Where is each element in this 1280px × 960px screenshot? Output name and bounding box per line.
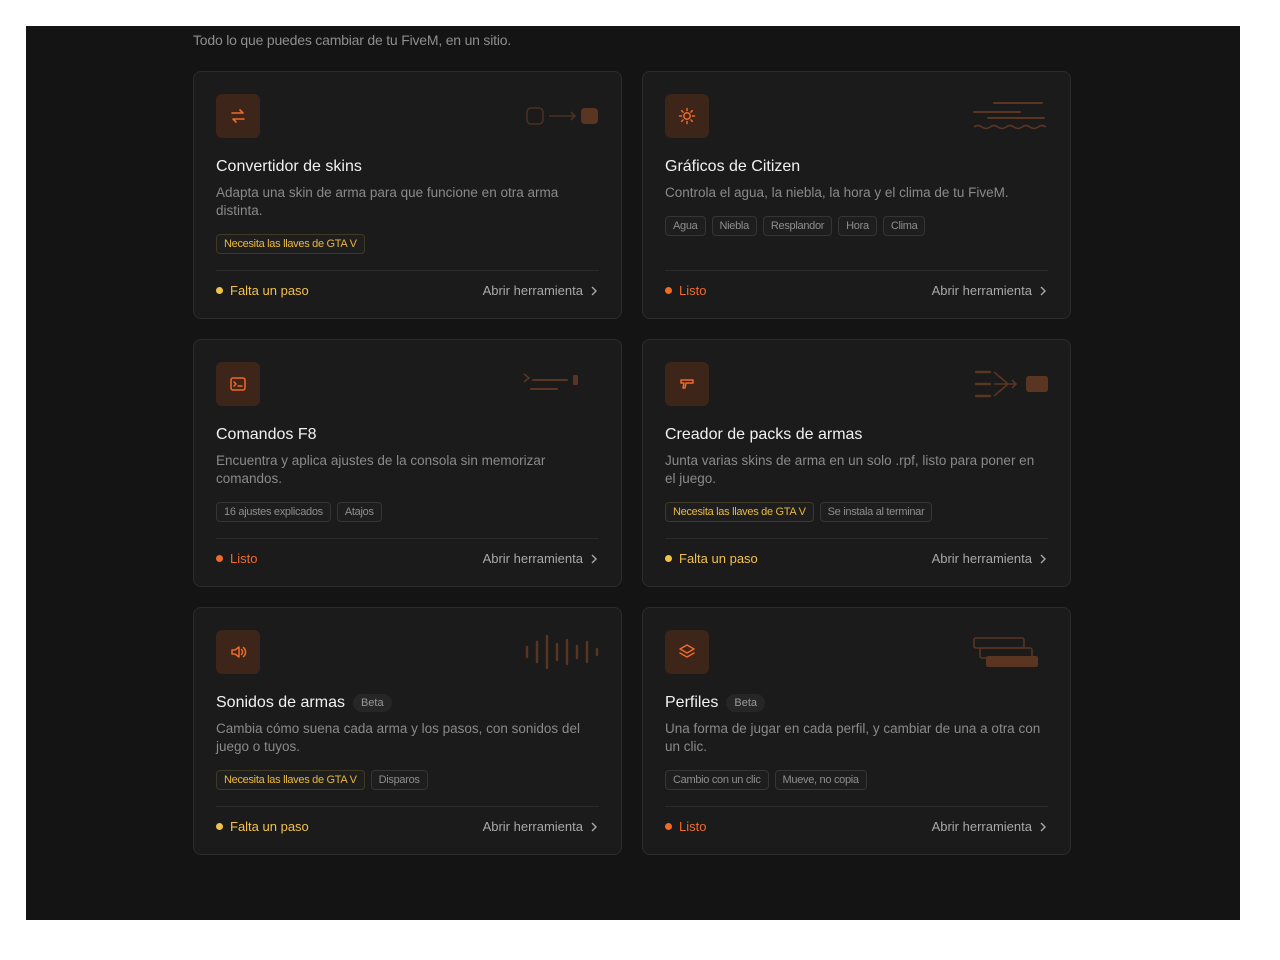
card-description: Junta varias skins de arma en un solo .r… — [665, 453, 1035, 486]
chevron-right-icon — [1040, 822, 1046, 831]
status-dot — [216, 555, 223, 562]
status-indicator: Listo — [665, 819, 706, 834]
divider — [665, 270, 1048, 271]
open-tool-link[interactable]: Abrir herramienta — [932, 551, 1048, 566]
chevron-right-icon — [1040, 286, 1046, 295]
waveform-illustration — [525, 634, 599, 670]
tag-glow: Resplandor — [762, 216, 833, 236]
merge-illustration — [974, 370, 1048, 398]
tag-list: Agua Niebla Resplandor Hora Clima — [665, 216, 926, 236]
open-tool-link[interactable]: Abrir herramienta — [483, 819, 599, 834]
tag-requires-keys: Necesita las llaves de GTA V — [665, 502, 814, 522]
tag-moves-not-copies: Mueve, no copia — [774, 770, 867, 790]
tag-installs-on-finish: Se instala al terminar — [819, 502, 933, 522]
status-indicator: Falta un paso — [216, 819, 309, 834]
status-indicator: Falta un paso — [665, 551, 758, 566]
tool-card-citizen-graphics[interactable]: Gráficos de Citizen Controla el agua, la… — [642, 71, 1071, 319]
tool-card-profiles[interactable]: Perfiles Beta Una forma de jugar en cada … — [642, 607, 1071, 855]
card-title: Convertidor de skins — [216, 158, 362, 175]
divider — [665, 538, 1048, 539]
tag-list: Necesita las llaves de GTA V Se instala … — [665, 502, 933, 522]
tag-list: Necesita las llaves de GTA V Disparos — [216, 770, 428, 790]
card-title: Creador de packs de armas — [665, 426, 863, 443]
card-description: Una forma de jugar en cada perfil, y cam… — [665, 721, 1041, 754]
status-dot — [216, 823, 223, 830]
status-dot — [665, 823, 672, 830]
tool-card-f8-commands[interactable]: Comandos F8 Encuentra y aplica ajustes d… — [193, 339, 622, 587]
tool-card-weapon-pack-builder[interactable]: Creador de packs de armas Junta varias s… — [642, 339, 1071, 587]
tag-fog: Niebla — [711, 216, 757, 236]
card-description: Controla el agua, la niebla, la hora y e… — [665, 185, 1009, 200]
waves-illustration — [973, 102, 1047, 130]
card-title: Gráficos de Citizen — [665, 158, 801, 175]
divider — [665, 806, 1048, 807]
open-tool-link[interactable]: Abrir herramienta — [932, 283, 1048, 298]
pistol-icon — [665, 362, 709, 406]
open-tool-link[interactable]: Abrir herramienta — [483, 551, 599, 566]
status-indicator: Falta un paso — [216, 283, 309, 298]
status-dot — [216, 287, 223, 294]
beta-badge: Beta — [352, 694, 392, 712]
tool-card-skin-converter[interactable]: Convertidor de skins Adapta una skin de … — [193, 71, 622, 319]
tag-one-click-switch: Cambio con un clic — [665, 770, 769, 790]
tool-card-weapon-sounds[interactable]: Sonidos de armas Beta Cambia cómo suena c… — [193, 607, 622, 855]
speaker-icon — [216, 630, 260, 674]
card-description: Cambia cómo suena cada arma y los pasos,… — [216, 721, 580, 754]
sun-icon — [665, 94, 709, 138]
divider — [216, 270, 599, 271]
tag-shortcuts: Atajos — [336, 502, 382, 522]
tag-list: 16 ajustes explicados Atajos — [216, 502, 382, 522]
card-title: Comandos F8 — [216, 426, 317, 443]
swap-arrows-icon — [216, 94, 260, 138]
card-description: Adapta una skin de arma para que funcion… — [216, 185, 559, 218]
tag-requires-keys: Necesita las llaves de GTA V — [216, 234, 365, 254]
page-subtitle: Todo lo que puedes cambiar de tu FiveM, … — [193, 32, 512, 48]
card-title: Sonidos de armas Beta — [216, 694, 392, 712]
layers-icon — [665, 630, 709, 674]
tag-list: Cambio con un clic Mueve, no copia — [665, 770, 867, 790]
status-indicator: Listo — [665, 283, 706, 298]
tag-shots: Disparos — [370, 770, 428, 790]
tag-requires-keys: Necesita las llaves de GTA V — [216, 770, 365, 790]
open-tool-link[interactable]: Abrir herramienta — [932, 819, 1048, 834]
status-dot — [665, 287, 672, 294]
tag-water: Agua — [665, 216, 706, 236]
chevron-right-icon — [1040, 554, 1046, 563]
tag-time: Hora — [838, 216, 877, 236]
divider — [216, 538, 599, 539]
terminal-icon — [216, 362, 260, 406]
chevron-right-icon — [591, 822, 597, 831]
profiles-illustration — [973, 637, 1038, 667]
divider — [216, 806, 599, 807]
status-dot — [665, 555, 672, 562]
convert-illustration — [526, 107, 598, 125]
tag-weather: Clima — [882, 216, 926, 236]
app-window: Todo lo que puedes cambiar de tu FiveM, … — [26, 26, 1240, 920]
tag-settings-count: 16 ajustes explicados — [216, 502, 331, 522]
chevron-right-icon — [591, 286, 597, 295]
card-title: Perfiles Beta — [665, 694, 765, 712]
status-indicator: Listo — [216, 551, 257, 566]
beta-badge: Beta — [726, 694, 765, 712]
chevron-right-icon — [591, 554, 597, 563]
open-tool-link[interactable]: Abrir herramienta — [483, 283, 599, 298]
tag-list: Necesita las llaves de GTA V — [216, 234, 365, 254]
card-description: Encuentra y aplica ajustes de la consola… — [216, 453, 546, 486]
command-illustration — [523, 373, 578, 390]
